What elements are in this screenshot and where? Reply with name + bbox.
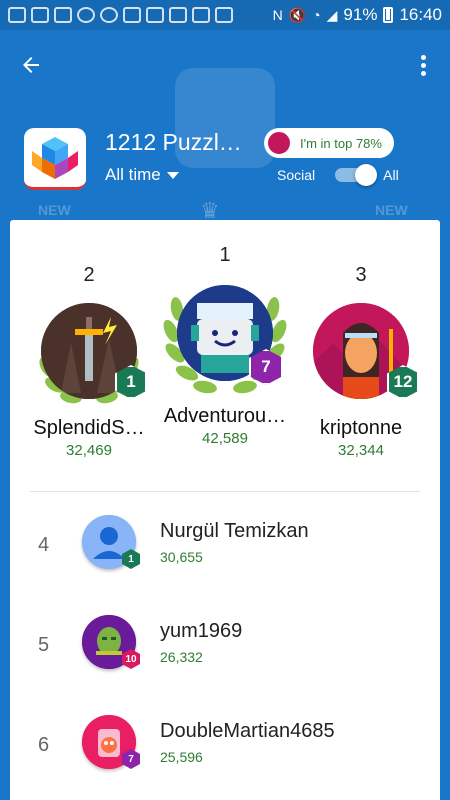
sim-icon (146, 7, 164, 23)
android-icon (31, 7, 49, 23)
background-new-label: NEW (38, 202, 71, 218)
podium-name: Adventurou… (163, 405, 287, 427)
arrow-left-icon (23, 57, 39, 73)
row-name: yum1969 (160, 620, 243, 642)
back-button[interactable] (14, 48, 48, 82)
level-number: 7 (261, 357, 271, 376)
time-period-label: All time (105, 165, 161, 184)
shazam-icon (77, 7, 95, 23)
signal-icon: ◢ (326, 6, 338, 23)
leaderboard-header: NEW NEW ♛ 1212 Puzzl… All time I'm in to… (0, 30, 450, 220)
podium-score: 42,589 (202, 430, 248, 447)
cloud-icon (123, 7, 141, 23)
cube-puzzle-icon (32, 136, 78, 179)
more-options-button[interactable] (408, 48, 438, 82)
podium-rank: 2 (83, 264, 95, 286)
level-number: 12 (393, 372, 413, 391)
podium-score: 32,469 (66, 442, 112, 459)
level-number: 1 (126, 372, 136, 391)
list-item[interactable]: 4 1 Nurgül Temizkan 30,655 (10, 505, 440, 605)
battery-icon (383, 7, 394, 23)
level-number: 10 (125, 653, 137, 665)
time-period-dropdown[interactable]: All time (105, 165, 179, 185)
row-score: 26,332 (160, 649, 203, 665)
divider (30, 491, 420, 492)
list-item[interactable]: 5 10 yum1969 26,332 (10, 605, 440, 705)
rank-chip-label: I'm in top 78% (300, 135, 382, 151)
podium-entry-3[interactable]: 3 12 kriptonne 32,344 (294, 264, 428, 459)
more-vert-icon (420, 54, 426, 60)
nfc-icon: N (272, 7, 283, 23)
podium: 2 1 SplendidS… 32,469 1 7 Adventurou… 42… (10, 220, 440, 480)
image-icon (54, 7, 72, 23)
podium-entry-2[interactable]: 2 1 SplendidS… 32,469 (22, 264, 156, 459)
game-title: 1212 Puzzl… (105, 129, 242, 155)
background-new-label: NEW (375, 202, 408, 218)
mute-icon: 🔇 (288, 6, 307, 23)
notification-p-icon (8, 7, 26, 23)
sync-icon (100, 7, 118, 23)
row-score: 25,596 (160, 749, 203, 765)
row-rank: 6 (38, 734, 50, 756)
social-label: Social (277, 167, 316, 183)
social-all-toggle-row: Social All (277, 164, 399, 186)
row-name: DoubleMartian4685 (160, 720, 335, 742)
clock: 16:40 (399, 5, 442, 24)
podium-score: 32,344 (338, 442, 384, 459)
podium-rank: 3 (355, 264, 367, 286)
game-icon (24, 128, 86, 190)
dropdown-arrow-icon (166, 171, 179, 179)
player-avatar (266, 130, 292, 156)
status-bar: N 🔇 ◔ ◢ 91% 16:40 (0, 0, 450, 30)
background-crown-icon: ♛ (200, 198, 220, 220)
podium-rank: 1 (219, 244, 231, 266)
all-label: All (383, 167, 399, 183)
player-rank-chip[interactable]: I'm in top 78% (264, 128, 394, 158)
battery-percent: 91% (343, 5, 378, 24)
social-all-switch[interactable] (335, 164, 378, 186)
row-rank: 5 (38, 634, 50, 656)
download-icon-3 (215, 7, 233, 23)
podium-name: SplendidS… (33, 417, 145, 439)
row-rank: 4 (38, 534, 50, 556)
notification-icons (8, 7, 233, 23)
leaderboard-card: 2 1 SplendidS… 32,469 1 7 Adventurou… 42… (10, 220, 440, 800)
wifi-icon: ◔ (312, 7, 321, 23)
download-icon-2 (192, 7, 210, 23)
row-name: Nurgül Temizkan (160, 520, 309, 542)
row-score: 30,655 (160, 549, 203, 565)
podium-entry-1[interactable]: 1 7 Adventurou… 42,589 (158, 244, 292, 447)
level-number: 7 (128, 753, 134, 765)
leaderboard-list: 4 1 Nurgül Temizkan 30,655 5 10 yum1969 … (10, 505, 440, 800)
download-icon (169, 7, 187, 23)
level-number: 1 (128, 553, 134, 565)
podium-name: kriptonne (319, 417, 403, 439)
list-item[interactable]: 6 7 DoubleMartian4685 25,596 (10, 705, 440, 800)
